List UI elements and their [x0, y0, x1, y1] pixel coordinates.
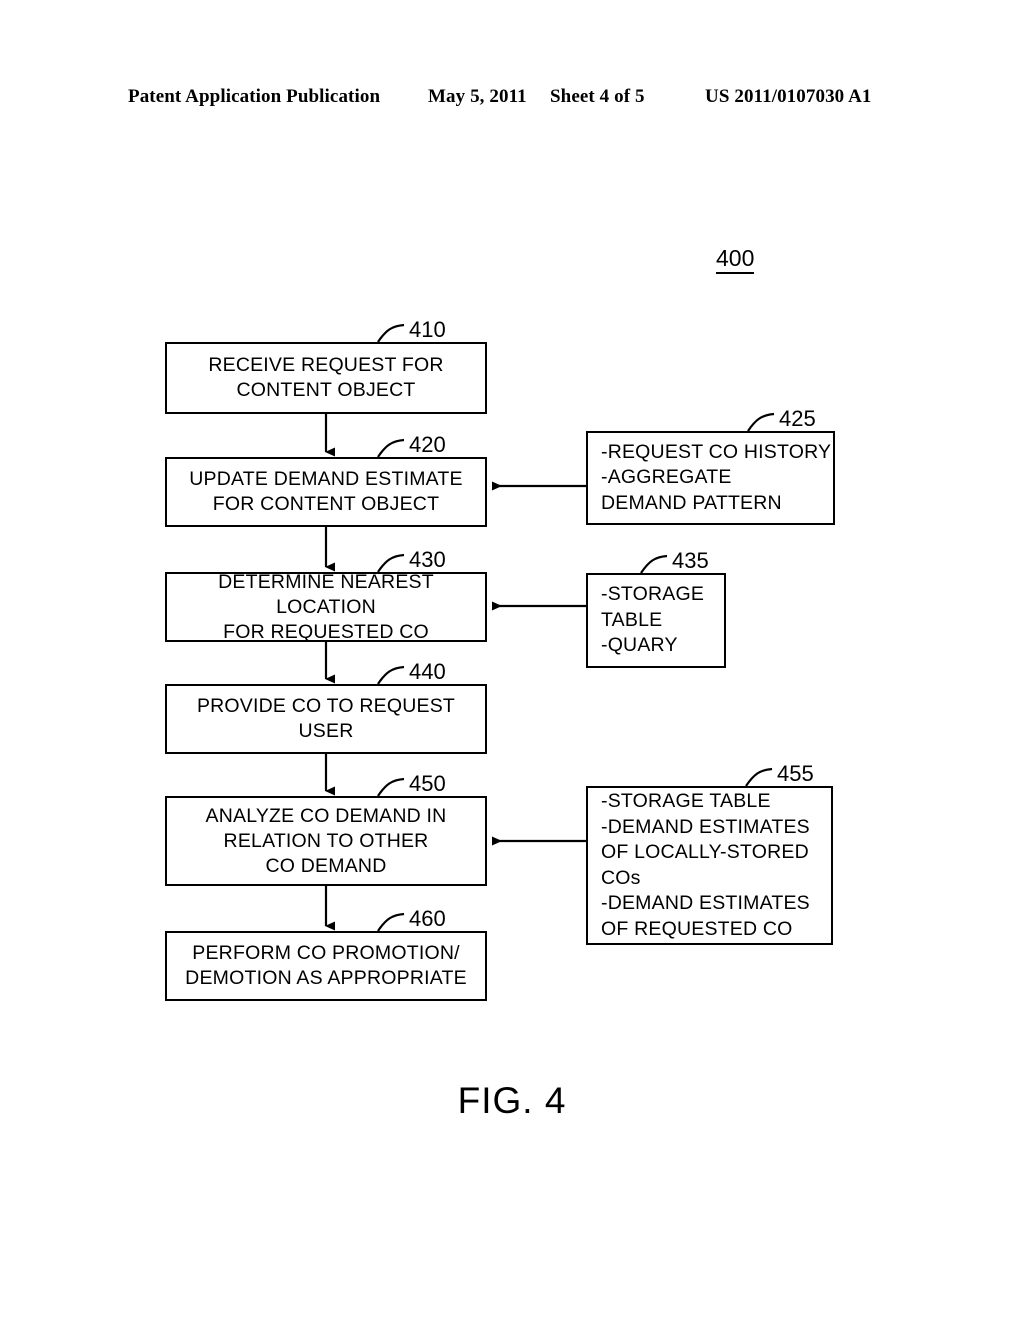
reference-numeral-435: 435	[672, 548, 709, 573]
reference-numeral-455: 455	[777, 761, 814, 786]
reference-numeral-440: 440	[409, 659, 446, 684]
leader-440	[377, 665, 405, 685]
reference-numeral-410: 410	[409, 317, 446, 342]
annotation-box-435-label: -STORAGE TABLE -QUARY	[601, 583, 705, 657]
flow-step-430: DETERMINE NEAREST LOCATION FOR REQUESTED…	[165, 570, 487, 643]
flow-step-430-label: DETERMINE NEAREST LOCATION FOR REQUESTED…	[218, 570, 434, 643]
flow-step-450-label: ANALYZE CO DEMAND IN RELATION TO OTHER C…	[205, 804, 447, 877]
publication-date: May 5, 2011	[428, 86, 527, 107]
publication-title: Patent Application Publication	[128, 86, 381, 107]
flow-step-420-label: UPDATE DEMAND ESTIMATE FOR CONTENT OBJEC…	[189, 468, 463, 515]
flow-step-440: PROVIDE CO TO REQUEST USER	[165, 684, 487, 754]
leader-410	[377, 323, 405, 343]
patent-header: Patent Application Publication May 5, 20…	[0, 86, 1024, 114]
reference-numeral-460: 460	[409, 906, 446, 931]
annotation-box-455: -STORAGE TABLE -DEMAND ESTIMATES OF LOCA…	[586, 786, 833, 945]
annotation-box-425-label: -REQUEST CO HISTORY -AGGREGATE DEMAND PA…	[601, 440, 832, 514]
flow-step-460: PERFORM CO PROMOTION/ DEMOTION AS APPROP…	[165, 931, 487, 1001]
reference-numeral-425: 425	[779, 406, 816, 431]
leader-460	[377, 912, 405, 932]
leader-455	[745, 767, 773, 787]
flow-step-460-label: PERFORM CO PROMOTION/ DEMOTION AS APPROP…	[185, 942, 467, 989]
flow-step-440-label: PROVIDE CO TO REQUEST USER	[196, 695, 456, 742]
diagram-reference-400: 400	[716, 245, 755, 274]
flow-step-420: UPDATE DEMAND ESTIMATE FOR CONTENT OBJEC…	[165, 457, 487, 527]
diagram-connectors	[324, 323, 775, 932]
reference-numeral-420: 420	[409, 432, 446, 457]
annotation-box-455-label: -STORAGE TABLE -DEMAND ESTIMATES OF LOCA…	[601, 790, 810, 940]
leader-450	[377, 777, 405, 797]
patent-number: US 2011/0107030 A1	[705, 86, 872, 107]
flow-step-410-label: RECEIVE REQUEST FOR CONTENT OBJECT	[208, 354, 444, 401]
flow-step-450: ANALYZE CO DEMAND IN RELATION TO OTHER C…	[165, 796, 487, 886]
leader-420	[377, 438, 405, 458]
annotation-box-425: -REQUEST CO HISTORY -AGGREGATE DEMAND PA…	[586, 431, 835, 525]
flow-step-410: RECEIVE REQUEST FOR CONTENT OBJECT	[165, 342, 487, 414]
annotation-box-435: -STORAGE TABLE -QUARY	[586, 573, 726, 668]
sheet-number: Sheet 4 of 5	[550, 86, 645, 107]
reference-numeral-430: 430	[409, 547, 446, 572]
figure-caption: FIG. 4	[457, 1080, 567, 1121]
leader-425	[747, 412, 775, 432]
reference-numeral-450: 450	[409, 771, 446, 796]
leader-435	[640, 554, 668, 574]
